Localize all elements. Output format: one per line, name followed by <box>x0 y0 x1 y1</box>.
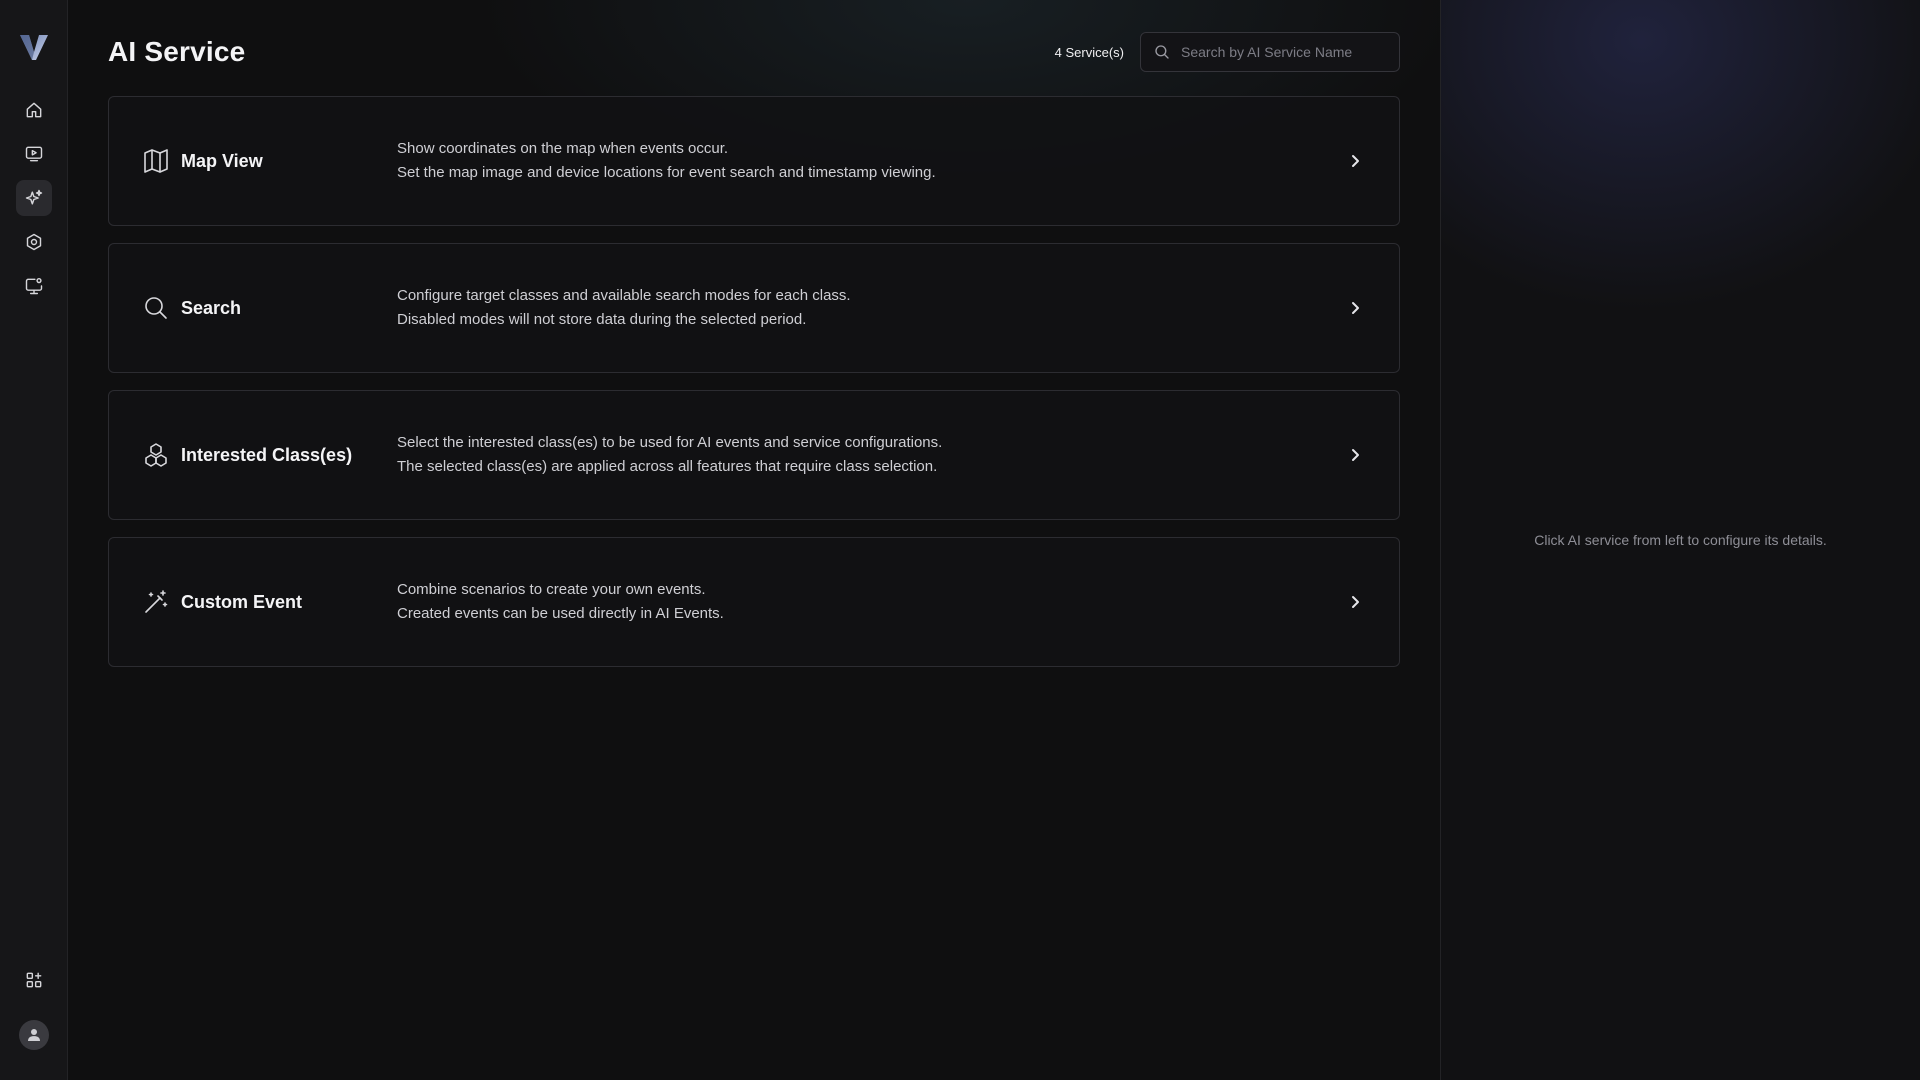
card-description: Select the interested class(es) to be us… <box>397 431 1343 479</box>
card-header: Interested Class(es) <box>141 440 397 470</box>
magic-wand-icon <box>141 587 171 617</box>
sidebar-item-playback[interactable] <box>16 136 52 172</box>
service-card-map-view[interactable]: Map View Show coordinates on the map whe… <box>108 96 1400 226</box>
service-count: 4 Service(s) <box>1054 44 1124 60</box>
home-icon <box>26 102 41 118</box>
card-title: Map View <box>181 150 263 171</box>
description-line: Select the interested class(es) to be us… <box>397 434 943 451</box>
sidebar-item-ai-service[interactable] <box>15 180 52 216</box>
description-line: Disabled modes will not store data durin… <box>397 311 807 328</box>
card-title: Custom Event <box>181 591 303 612</box>
card-description: Configure target classes and available s… <box>397 284 1343 332</box>
description-line: The selected class(es) are applied acros… <box>397 458 938 475</box>
sidebar <box>0 0 68 1080</box>
card-title: Interested Class(es) <box>181 444 353 465</box>
page-header: AI Service 4 Service(s) <box>108 30 1400 74</box>
service-card-interested-classes[interactable]: Interested Class(es) Select the interest… <box>108 390 1400 520</box>
detail-panel: Click AI service from left to configure … <box>1440 0 1920 1080</box>
service-list: Map View Show coordinates on the map whe… <box>108 96 1400 667</box>
card-header: Custom Event <box>141 587 397 617</box>
search-input[interactable] <box>1181 44 1387 60</box>
chevron-right-icon[interactable] <box>1343 590 1367 614</box>
sidebar-item-device-settings[interactable] <box>16 268 52 304</box>
chevron-right-icon[interactable] <box>1343 443 1367 467</box>
monitor-gear-icon <box>25 277 42 295</box>
search-box[interactable] <box>1140 32 1400 72</box>
card-header: Map View <box>141 146 397 176</box>
service-card-custom-event[interactable]: Custom Event Combine scenarios to create… <box>108 537 1400 667</box>
user-avatar-icon <box>27 1029 40 1041</box>
description-line: Combine scenarios to create your own eve… <box>397 581 706 598</box>
card-description: Show coordinates on the map when events … <box>397 137 1343 185</box>
sidebar-nav <box>15 92 52 304</box>
apps-button[interactable] <box>16 962 52 998</box>
sidebar-item-home[interactable] <box>16 92 52 128</box>
gear-icon <box>26 233 41 251</box>
chevron-right-icon[interactable] <box>1343 296 1367 320</box>
detail-empty-hint: Click AI service from left to configure … <box>1534 532 1827 548</box>
logo-icon <box>19 35 48 60</box>
search-icon <box>141 293 171 323</box>
sidebar-bottom <box>16 962 52 1050</box>
header-right: 4 Service(s) <box>1055 32 1400 72</box>
video-play-icon <box>25 146 42 162</box>
chevron-right-icon[interactable] <box>1343 149 1367 173</box>
logo[interactable] <box>17 30 51 64</box>
card-title: Search <box>181 297 242 318</box>
description-line: Configure target classes and available s… <box>397 287 851 304</box>
sidebar-item-settings[interactable] <box>16 224 52 260</box>
service-card-search[interactable]: Search Configure target classes and avai… <box>108 243 1400 373</box>
card-description: Combine scenarios to create your own eve… <box>397 578 1343 626</box>
cubes-icon <box>141 440 171 470</box>
description-line: Show coordinates on the map when events … <box>397 140 729 157</box>
description-line: Set the map image and device locations f… <box>397 164 936 181</box>
sparkles-icon <box>25 189 42 205</box>
page-title: AI Service <box>108 36 246 67</box>
search-icon <box>1155 45 1169 59</box>
apps-add-icon <box>26 972 41 988</box>
card-header: Search <box>141 293 397 323</box>
avatar[interactable] <box>18 1020 49 1050</box>
map-icon <box>141 146 171 176</box>
app-root: AI Service 4 Service(s) Search by AI Ser… <box>0 0 1920 1080</box>
main-content: AI Service 4 Service(s) Search by AI Ser… <box>68 0 1440 1080</box>
description-line: Created events can be used directly in A… <box>397 605 724 622</box>
